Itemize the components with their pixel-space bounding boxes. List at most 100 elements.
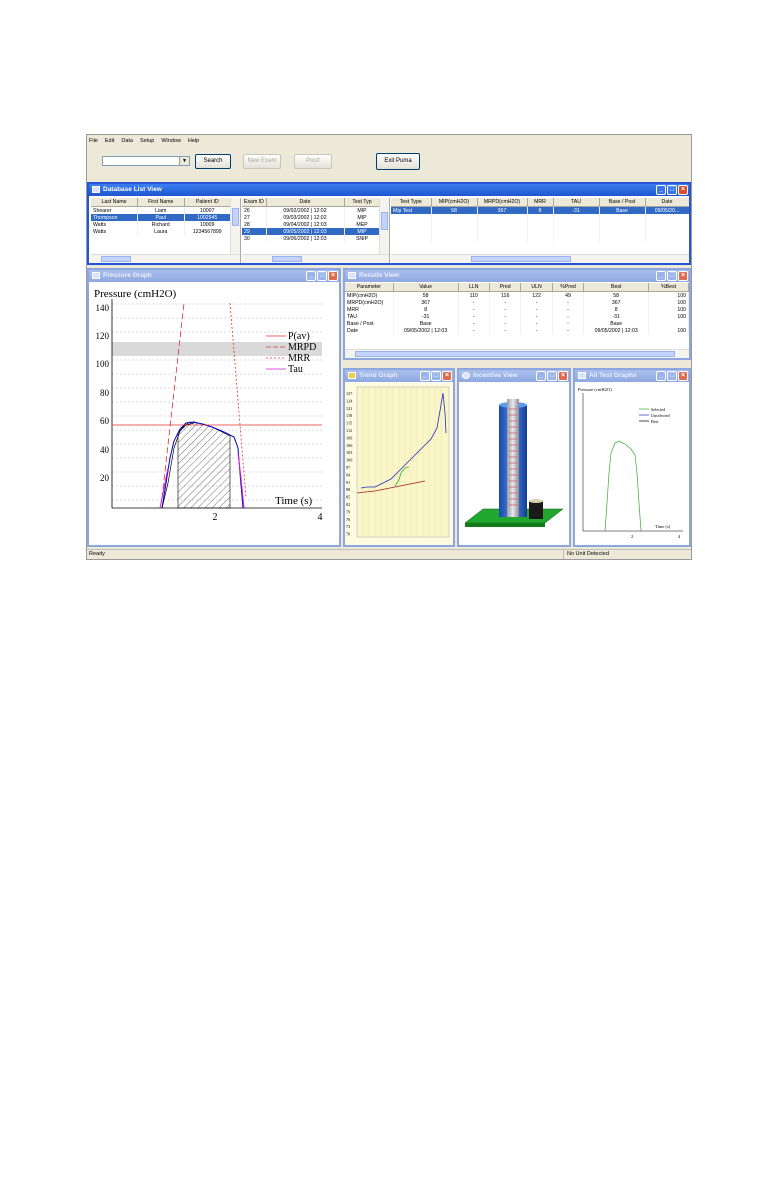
incentive-cup bbox=[529, 501, 543, 519]
horizontal-scrollbar[interactable] bbox=[391, 254, 689, 263]
maximize-button[interactable]: □ bbox=[547, 371, 557, 381]
all-tests-ylabel: Pressure (cmH2O) bbox=[578, 387, 612, 392]
col-uln[interactable]: ULN bbox=[520, 283, 553, 292]
maximize-button[interactable]: □ bbox=[667, 185, 677, 195]
all-tests-chart: Pressure (cmH2O) Selected Unselected Bes… bbox=[578, 387, 683, 539]
minimize-button[interactable]: _ bbox=[656, 371, 666, 381]
col-tau[interactable]: TAU bbox=[553, 198, 600, 207]
horizontal-scrollbar[interactable] bbox=[242, 254, 389, 263]
col-test-type[interactable]: Test Type bbox=[391, 198, 432, 207]
maximize-button[interactable]: □ bbox=[667, 271, 677, 281]
table-row-selected[interactable]: 29 09/05/2002 | 12:03 MIP bbox=[242, 228, 381, 235]
cell: 09/05/20... bbox=[645, 206, 689, 214]
close-button[interactable]: × bbox=[678, 371, 688, 381]
patient-search-combo[interactable]: ▼ bbox=[102, 156, 190, 166]
table-row-selected[interactable]: Thompson Paul 1002945 bbox=[91, 214, 231, 221]
col-date[interactable]: Date bbox=[266, 198, 345, 207]
cell: - bbox=[552, 327, 585, 334]
maximize-button[interactable]: □ bbox=[431, 371, 441, 381]
table-row[interactable]: 28 09/04/2002 | 12:03 MEP bbox=[242, 221, 381, 228]
status-bar: Ready No Unit Detected bbox=[87, 549, 691, 559]
col-lln[interactable]: LLN bbox=[458, 283, 491, 292]
col-mrpd[interactable]: MRPD(cmH2O) bbox=[477, 198, 528, 207]
close-button[interactable]: × bbox=[558, 371, 568, 381]
minimize-button[interactable]: _ bbox=[656, 185, 666, 195]
menu-data[interactable]: Data bbox=[121, 138, 133, 144]
y-tick-label: 121 bbox=[346, 406, 352, 411]
database-list-titlebar[interactable]: Database List View _ □ × bbox=[89, 184, 689, 196]
col-mip[interactable]: MIP(cmH2O) bbox=[431, 198, 478, 207]
results-icon bbox=[348, 272, 356, 279]
col-first-name[interactable]: First Name bbox=[137, 198, 185, 207]
table-row[interactable]: Watts Laura 1234567899 bbox=[91, 228, 231, 235]
table-row[interactable]: Watts Richard 10009 bbox=[91, 221, 231, 228]
pressure-graph-titlebar[interactable]: Pressure Graph _ □ × bbox=[89, 270, 339, 282]
menu-window[interactable]: Window bbox=[161, 138, 181, 144]
close-button[interactable]: × bbox=[328, 271, 338, 281]
col-mrr[interactable]: MRR bbox=[527, 198, 554, 207]
cell: 09/05/2002 | 12:03 bbox=[266, 228, 345, 235]
menu-edit[interactable]: Edit bbox=[105, 138, 114, 144]
minimize-button[interactable]: _ bbox=[420, 371, 430, 381]
col-base-post[interactable]: Base / Post bbox=[599, 198, 646, 207]
col-exam-id[interactable]: Exam ID bbox=[242, 198, 267, 207]
base-platform-edge bbox=[465, 523, 545, 527]
chevron-down-icon[interactable]: ▼ bbox=[179, 157, 189, 165]
incentive-cup-top bbox=[529, 499, 543, 503]
menu-setup[interactable]: Setup bbox=[140, 138, 154, 144]
table-row[interactable]: 27 09/03/2002 | 12:02 MIP bbox=[242, 214, 381, 221]
y-tick-label: 140 bbox=[96, 303, 110, 313]
table-row[interactable]: 30 09/06/2002 | 12:03 SNIP bbox=[242, 235, 381, 242]
minimize-button[interactable]: _ bbox=[306, 271, 316, 281]
col-pct-best[interactable]: %Best bbox=[648, 283, 689, 292]
menu-help[interactable]: Help bbox=[188, 138, 199, 144]
incentive-icon bbox=[462, 372, 470, 379]
pressure-ylabel: Pressure (cmH2O) bbox=[94, 288, 177, 300]
close-button[interactable]: × bbox=[678, 185, 688, 195]
trend-graph-titlebar[interactable]: Trend Graph _ □ × bbox=[345, 370, 453, 382]
col-parameter[interactable]: Parameter bbox=[345, 283, 394, 292]
col-date[interactable]: Date bbox=[645, 198, 689, 207]
close-button[interactable]: × bbox=[442, 371, 452, 381]
cell: -31 bbox=[393, 313, 459, 320]
cell: MIP bbox=[344, 214, 381, 221]
horizontal-scrollbar[interactable] bbox=[91, 254, 240, 263]
minimize-button[interactable]: _ bbox=[656, 271, 666, 281]
post-button[interactable]: Post! bbox=[294, 154, 332, 169]
cell: 09/05/2002 | 12:03 bbox=[583, 327, 650, 334]
cell: MRR bbox=[345, 306, 394, 313]
cell: 09/03/2002 | 12:02 bbox=[266, 214, 345, 221]
incentive-view-titlebar[interactable]: Incentive View _ □ × bbox=[459, 370, 569, 382]
minimize-button[interactable]: _ bbox=[536, 371, 546, 381]
menu-file[interactable]: File bbox=[89, 138, 98, 144]
maximize-button[interactable]: □ bbox=[317, 271, 327, 281]
col-patient-id[interactable]: Patient ID bbox=[184, 198, 231, 207]
col-pred[interactable]: Pred bbox=[489, 283, 522, 292]
cell: - bbox=[520, 320, 553, 327]
search-button[interactable]: Search bbox=[195, 154, 231, 169]
legend-label: MRR bbox=[288, 353, 311, 364]
cell: 49 bbox=[552, 291, 585, 299]
cell: 09/02/2002 | 12:02 bbox=[266, 206, 345, 214]
results-view-titlebar[interactable]: Results View _ □ × bbox=[345, 270, 689, 282]
cell: 100 bbox=[648, 299, 689, 306]
col-best[interactable]: Best bbox=[583, 283, 650, 292]
cell bbox=[648, 320, 689, 327]
col-pct-pred[interactable]: %Pred bbox=[552, 283, 585, 292]
col-test-type[interactable]: Test Typ bbox=[344, 198, 381, 207]
exit-puma-button[interactable]: Exit Puma bbox=[376, 153, 420, 170]
col-value[interactable]: Value bbox=[393, 283, 459, 292]
table-row-selected[interactable]: Mip Test 58 367 8 -31 Base 09/05/20... bbox=[391, 206, 689, 214]
maximize-button[interactable]: □ bbox=[667, 371, 677, 381]
col-last-name[interactable]: Last Name bbox=[91, 198, 138, 207]
new-exam-button[interactable]: New Exam bbox=[243, 154, 281, 169]
cell: Richard bbox=[137, 221, 185, 228]
legend-label: P(av) bbox=[288, 331, 310, 342]
table-row[interactable]: 26 09/02/2002 | 12:02 MIP bbox=[242, 206, 381, 214]
all-test-graphs-titlebar[interactable]: All Test Graphs _ □ × bbox=[575, 370, 689, 382]
cell: 8 bbox=[527, 206, 554, 214]
close-button[interactable]: × bbox=[678, 271, 688, 281]
table-row[interactable]: Shearer Liam 10007 bbox=[91, 206, 231, 214]
horizontal-scrollbar[interactable] bbox=[345, 349, 689, 358]
cell: 09/06/2002 | 12:03 bbox=[266, 235, 345, 242]
